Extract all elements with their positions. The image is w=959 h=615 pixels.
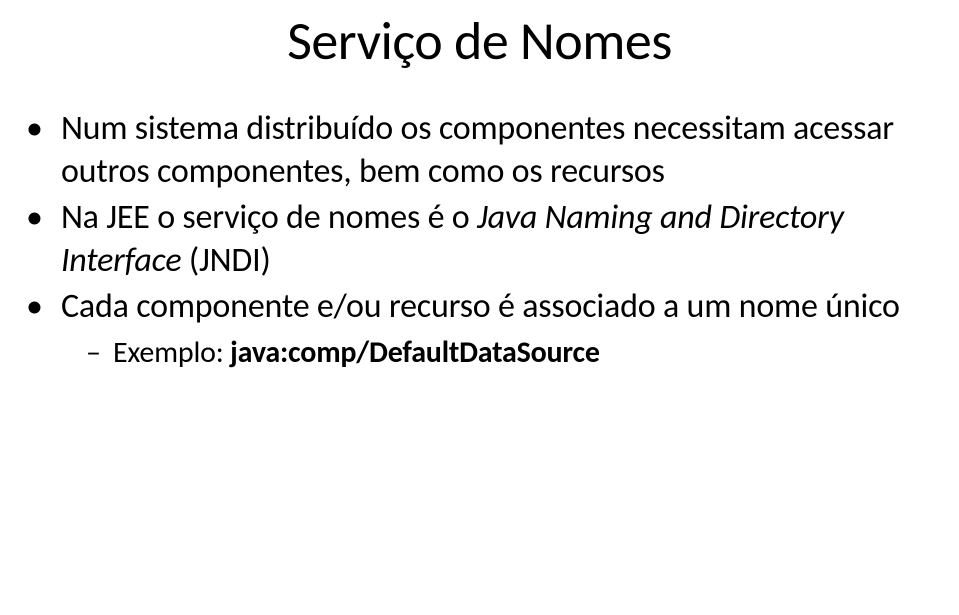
sub-text-1: Exemplo: java:comp/DefaultDataSource bbox=[113, 333, 600, 372]
bullet-text-2: Na JEE o serviço de nomes é o Java Namin… bbox=[61, 197, 933, 282]
bullet-item-1: • Num sistema distribuído os componentes… bbox=[26, 108, 933, 193]
slide-title: Serviço de Nomes bbox=[0, 0, 959, 74]
bullet-text-1: Num sistema distribuído os componentes n… bbox=[61, 108, 933, 193]
sub-dash-icon: – bbox=[86, 333, 101, 372]
bullet-item-3: • Cada componente e/ou recurso é associa… bbox=[26, 286, 933, 329]
bullet-1-part-0: Num sistema distribuído os componentes n… bbox=[61, 108, 894, 192]
bullet-dot-icon: • bbox=[26, 108, 43, 151]
bullet-dot-icon: • bbox=[26, 286, 43, 329]
bullet-2-part-2: (JNDI) bbox=[181, 240, 270, 281]
bullet-item-2: • Na JEE o serviço de nomes é o Java Nam… bbox=[26, 197, 933, 282]
sub-item-1: – Exemplo: java:comp/DefaultDataSource bbox=[26, 333, 933, 372]
slide-content: • Num sistema distribuído os componentes… bbox=[0, 74, 959, 372]
bullet-dot-icon: • bbox=[26, 197, 43, 240]
bullet-text-3: Cada componente e/ou recurso é associado… bbox=[61, 286, 900, 329]
sub-label: Exemplo: bbox=[113, 334, 230, 371]
slide: Serviço de Nomes • Num sistema distribuí… bbox=[0, 0, 959, 615]
bullet-2-part-0: Na JEE o serviço de nomes é o bbox=[61, 197, 477, 238]
bullet-3-part-0: Cada componente e/ou recurso é associado… bbox=[61, 286, 900, 327]
sub-bold: java:comp/DefaultDataSource bbox=[230, 334, 600, 371]
